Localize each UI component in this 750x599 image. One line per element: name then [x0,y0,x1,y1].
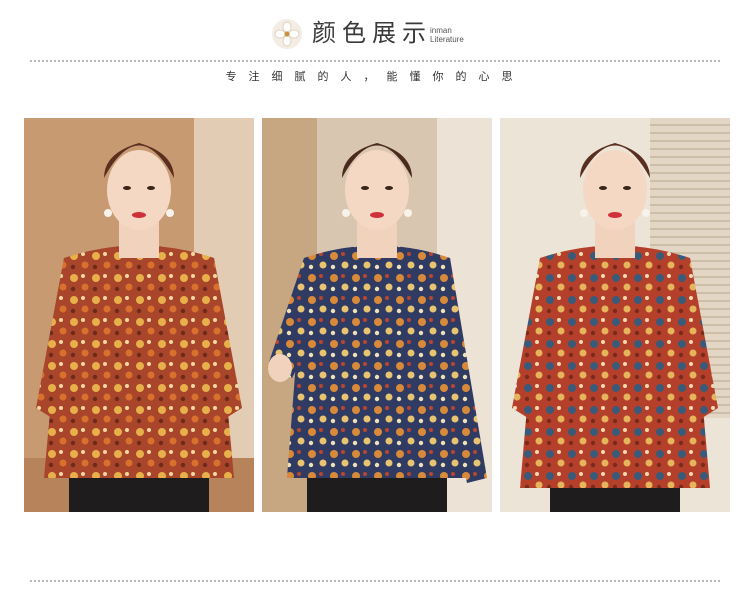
section-subtitle: inman Literature [430,26,464,44]
product-photo-navy [262,118,492,512]
product-photo-brown [24,118,254,512]
top-dotted-divider [30,60,720,62]
product-photo-red [500,118,730,512]
section-header: 颜色展示 inman Literature [0,0,750,60]
subtitle-line-2: Literature [430,35,464,44]
bottom-dotted-divider [30,580,720,582]
slogan-text: 专注细腻的人，能懂你的心思 [225,70,525,83]
cotton-flower-logo-icon [271,18,303,50]
subtitle-line-1: inman [430,26,452,35]
section-title: 颜色展示 [312,19,432,47]
